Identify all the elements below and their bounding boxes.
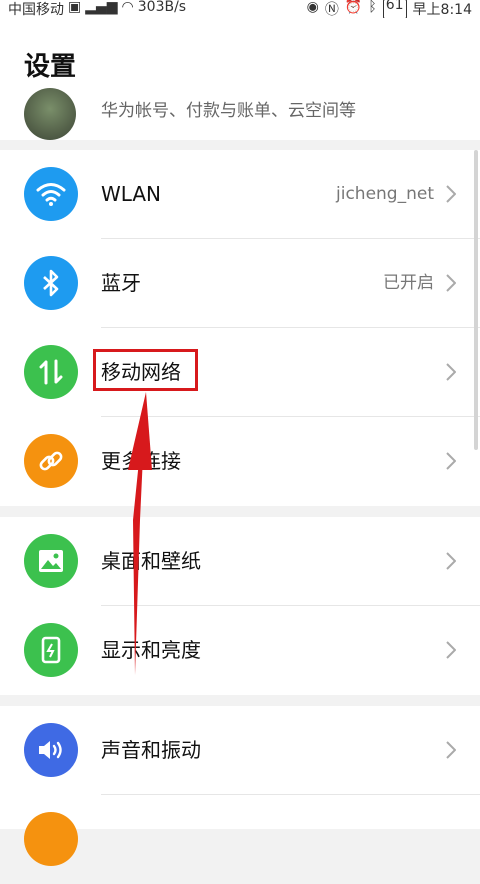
chevron-right-icon — [446, 741, 456, 759]
wifi-status-icon: ◠ — [121, 0, 134, 15]
settings-item-home-wallpaper[interactable]: 桌面和壁纸 — [0, 517, 480, 606]
alarm-icon: ⏰ — [344, 0, 363, 15]
link-icon — [24, 434, 78, 488]
settings-item-bluetooth[interactable]: 蓝牙 已开启 — [0, 239, 480, 328]
settings-item-sound-vibration[interactable]: 声音和振动 — [0, 706, 480, 795]
settings-item-label: 显示和亮度 — [101, 638, 201, 662]
sound-group: 声音和振动 — [0, 706, 480, 866]
avatar[interactable] — [24, 88, 76, 140]
settings-header: 设置 华为帐号、付款与账单、云空间等 — [0, 18, 480, 140]
chevron-right-icon — [446, 552, 456, 570]
carrier-name: 中国移动 — [8, 2, 64, 18]
connections-group: WLAN jicheng_net 蓝牙 已开启 移动网络 更多连接 — [0, 150, 480, 506]
network-speed: 303B/s — [137, 0, 187, 15]
chevron-right-icon — [446, 641, 456, 659]
eye-icon: ◉ — [306, 0, 319, 15]
chevron-right-icon — [446, 185, 456, 203]
nfc-icon: Ⓝ — [324, 2, 339, 18]
settings-item-label: 桌面和壁纸 — [101, 549, 201, 573]
bluetooth-status-icon: ᛒ — [368, 0, 377, 15]
hd-icon: ▣ — [68, 0, 82, 15]
settings-item-label: 声音和振动 — [101, 738, 201, 762]
sound-icon — [24, 723, 78, 777]
battery-icon: 61 — [382, 0, 407, 18]
settings-item-next[interactable] — [0, 795, 480, 884]
chevron-right-icon — [446, 274, 456, 292]
settings-item-label: 蓝牙 — [101, 271, 141, 295]
settings-item-mobile-network[interactable]: 移动网络 — [0, 328, 480, 417]
signal-icon: ▂▄▆ — [85, 0, 118, 15]
page-title: 设置 — [24, 52, 77, 82]
settings-item-wlan[interactable]: WLAN jicheng_net — [0, 150, 480, 239]
account-subtitle[interactable]: 华为帐号、付款与账单、云空间等 — [101, 96, 356, 121]
settings-item-value: jicheng_net — [336, 184, 434, 204]
settings-item-more-connections[interactable]: 更多连接 — [0, 417, 480, 506]
mobile-data-icon — [24, 345, 78, 399]
display-icon — [24, 623, 78, 677]
wallpaper-icon — [24, 534, 78, 588]
settings-item-label: WLAN — [101, 182, 162, 206]
bluetooth-icon — [24, 256, 78, 310]
scrollbar[interactable] — [474, 150, 478, 450]
settings-item-display-brightness[interactable]: 显示和亮度 — [0, 606, 480, 695]
wifi-icon — [24, 167, 78, 221]
display-group: 桌面和壁纸 显示和亮度 — [0, 517, 480, 695]
annotation-highlight-box — [93, 349, 198, 391]
chevron-right-icon — [446, 452, 456, 470]
chevron-right-icon — [446, 363, 456, 381]
notification-icon — [24, 812, 78, 866]
settings-item-value: 已开启 — [383, 273, 434, 293]
status-bar: 中国移动 ▣ ▂▄▆ ◠ 303B/s ◉ Ⓝ ⏰ ᛒ 61 早上8:14 — [0, 0, 480, 18]
time: 早上8:14 — [412, 2, 472, 18]
settings-item-label: 更多连接 — [101, 449, 181, 473]
